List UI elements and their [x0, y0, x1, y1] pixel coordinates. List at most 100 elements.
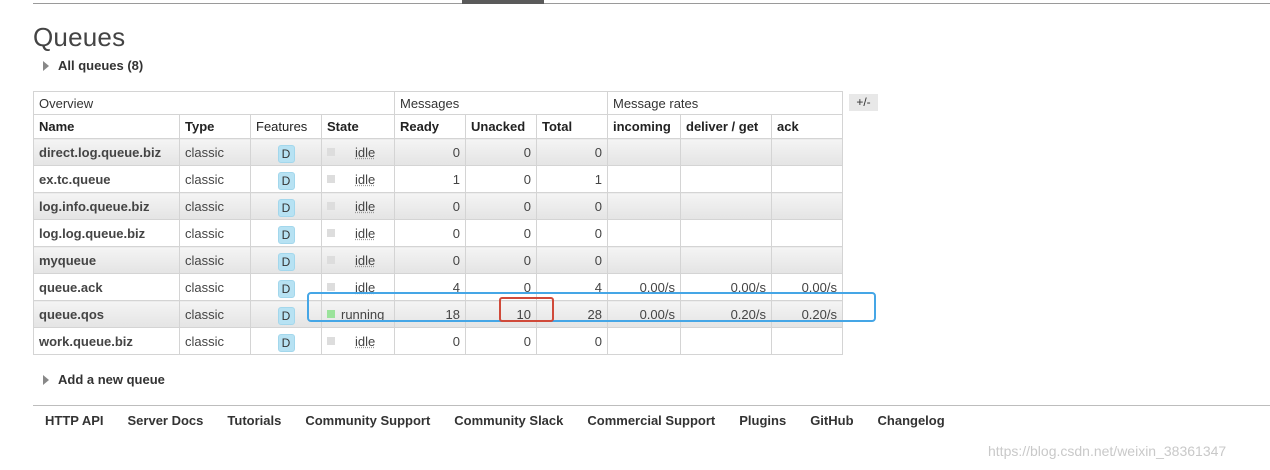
ready-count: 1	[394, 165, 466, 193]
unacked-count: 0	[465, 138, 537, 166]
queue-features: D	[250, 327, 322, 355]
table-row: ex.tc.queue classic Didle 1 0 1	[33, 165, 843, 193]
col-total[interactable]: Total	[536, 114, 608, 139]
state-indicator: running	[327, 307, 389, 322]
group-message-rates: Message rates	[607, 91, 843, 115]
state-indicator: idle	[327, 334, 389, 349]
queue-features: D	[250, 138, 322, 166]
queue-name-link[interactable]: queue.ack	[33, 273, 180, 301]
queue-name-link[interactable]: work.queue.biz	[33, 327, 180, 355]
footer-link-community-slack[interactable]: Community Slack	[454, 413, 563, 428]
top-divider	[33, 3, 1270, 4]
durable-badge: D	[277, 172, 295, 190]
table-row: myqueue classic Didle 0 0 0	[33, 246, 843, 274]
footer-link-github[interactable]: GitHub	[810, 413, 853, 428]
footer-divider	[33, 405, 1270, 406]
col-incoming[interactable]: incoming	[607, 114, 681, 139]
queue-name-link[interactable]: direct.log.queue.biz	[33, 138, 180, 166]
total-count: 28	[536, 300, 608, 328]
unacked-count: 0	[465, 246, 537, 274]
incoming-rate	[607, 165, 681, 193]
queue-name-link[interactable]: log.info.queue.biz	[33, 192, 180, 220]
ack-rate	[771, 246, 843, 274]
table-row: queue.qos classic Drunning 18 10 28 0.00/s 0.20…	[33, 300, 843, 328]
footer-link-plugins[interactable]: Plugins	[739, 413, 786, 428]
deliver-get-rate	[680, 246, 772, 274]
footer-link-changelog[interactable]: Changelog	[878, 413, 945, 428]
queue-name-link[interactable]: myqueue	[33, 246, 180, 274]
queue-state: idle	[321, 273, 395, 301]
add-queue-label: Add a new queue	[58, 372, 165, 387]
col-state[interactable]: State	[321, 114, 395, 139]
state-square-icon	[327, 256, 335, 264]
queue-type: classic	[179, 192, 251, 220]
state-square-icon	[327, 337, 335, 345]
total-count: 1	[536, 165, 608, 193]
queue-state: idle	[321, 327, 395, 355]
table-row: queue.ack classic Didle 4 0 4 0.00/s 0.00/s 0.00…	[33, 273, 843, 301]
col-features: Features	[250, 114, 322, 139]
col-type[interactable]: Type	[179, 114, 251, 139]
queue-type: classic	[179, 138, 251, 166]
queue-type: classic	[179, 246, 251, 274]
queue-type: classic	[179, 165, 251, 193]
footer-link-http-api[interactable]: HTTP API	[45, 413, 104, 428]
ack-rate: 0.00/s	[771, 273, 843, 301]
state-label: idle	[355, 225, 376, 241]
ack-rate	[771, 165, 843, 193]
state-indicator: idle	[327, 226, 389, 241]
add-queue-toggle[interactable]: Add a new queue	[43, 372, 165, 387]
footer-link-tutorials[interactable]: Tutorials	[227, 413, 281, 428]
column-toggle-button[interactable]: +/-	[849, 94, 878, 111]
deliver-get-rate: 0.20/s	[680, 300, 772, 328]
ack-rate	[771, 192, 843, 220]
col-deliver-get[interactable]: deliver / get	[680, 114, 772, 139]
state-label: idle	[355, 171, 376, 187]
active-tab-indicator	[462, 0, 544, 4]
state-square-icon	[327, 310, 335, 318]
incoming-rate	[607, 138, 681, 166]
ready-count: 4	[394, 273, 466, 301]
queue-name-link[interactable]: queue.qos	[33, 300, 180, 328]
state-label: idle	[355, 198, 376, 214]
incoming-rate	[607, 219, 681, 247]
unacked-count: 10	[465, 300, 537, 328]
ready-count: 0	[394, 192, 466, 220]
ack-rate	[771, 219, 843, 247]
col-name[interactable]: Name	[33, 114, 180, 139]
durable-badge: D	[277, 334, 295, 352]
incoming-rate: 0.00/s	[607, 300, 681, 328]
state-indicator: idle	[327, 172, 389, 187]
col-ack[interactable]: ack	[771, 114, 843, 139]
incoming-rate	[607, 246, 681, 274]
total-count: 4	[536, 273, 608, 301]
durable-badge: D	[277, 253, 295, 271]
queue-state: idle	[321, 165, 395, 193]
durable-badge: D	[277, 199, 295, 217]
queue-features: D	[250, 246, 322, 274]
queue-type: classic	[179, 273, 251, 301]
footer-link-server-docs[interactable]: Server Docs	[128, 413, 204, 428]
deliver-get-rate	[680, 219, 772, 247]
state-square-icon	[327, 283, 335, 291]
durable-badge: D	[277, 226, 295, 244]
queue-name-link[interactable]: ex.tc.queue	[33, 165, 180, 193]
durable-badge: D	[277, 145, 295, 163]
footer-link-commercial-support[interactable]: Commercial Support	[587, 413, 715, 428]
incoming-rate	[607, 327, 681, 355]
queue-name-link[interactable]: log.log.queue.biz	[33, 219, 180, 247]
queues-table: Overview Messages Message rates Name Typ…	[33, 91, 843, 355]
col-unacked[interactable]: Unacked	[465, 114, 537, 139]
footer-link-community-support[interactable]: Community Support	[305, 413, 430, 428]
col-ready[interactable]: Ready	[394, 114, 466, 139]
expand-triangle-icon	[43, 374, 49, 385]
all-queues-label: All queues (8)	[58, 58, 144, 73]
all-queues-toggle[interactable]: All queues (8)	[43, 58, 143, 73]
state-square-icon	[327, 148, 335, 156]
deliver-get-rate	[680, 138, 772, 166]
state-square-icon	[327, 229, 335, 237]
page-title: Queues	[33, 22, 126, 52]
total-count: 0	[536, 327, 608, 355]
state-indicator: idle	[327, 145, 389, 160]
ack-rate: 0.20/s	[771, 300, 843, 328]
